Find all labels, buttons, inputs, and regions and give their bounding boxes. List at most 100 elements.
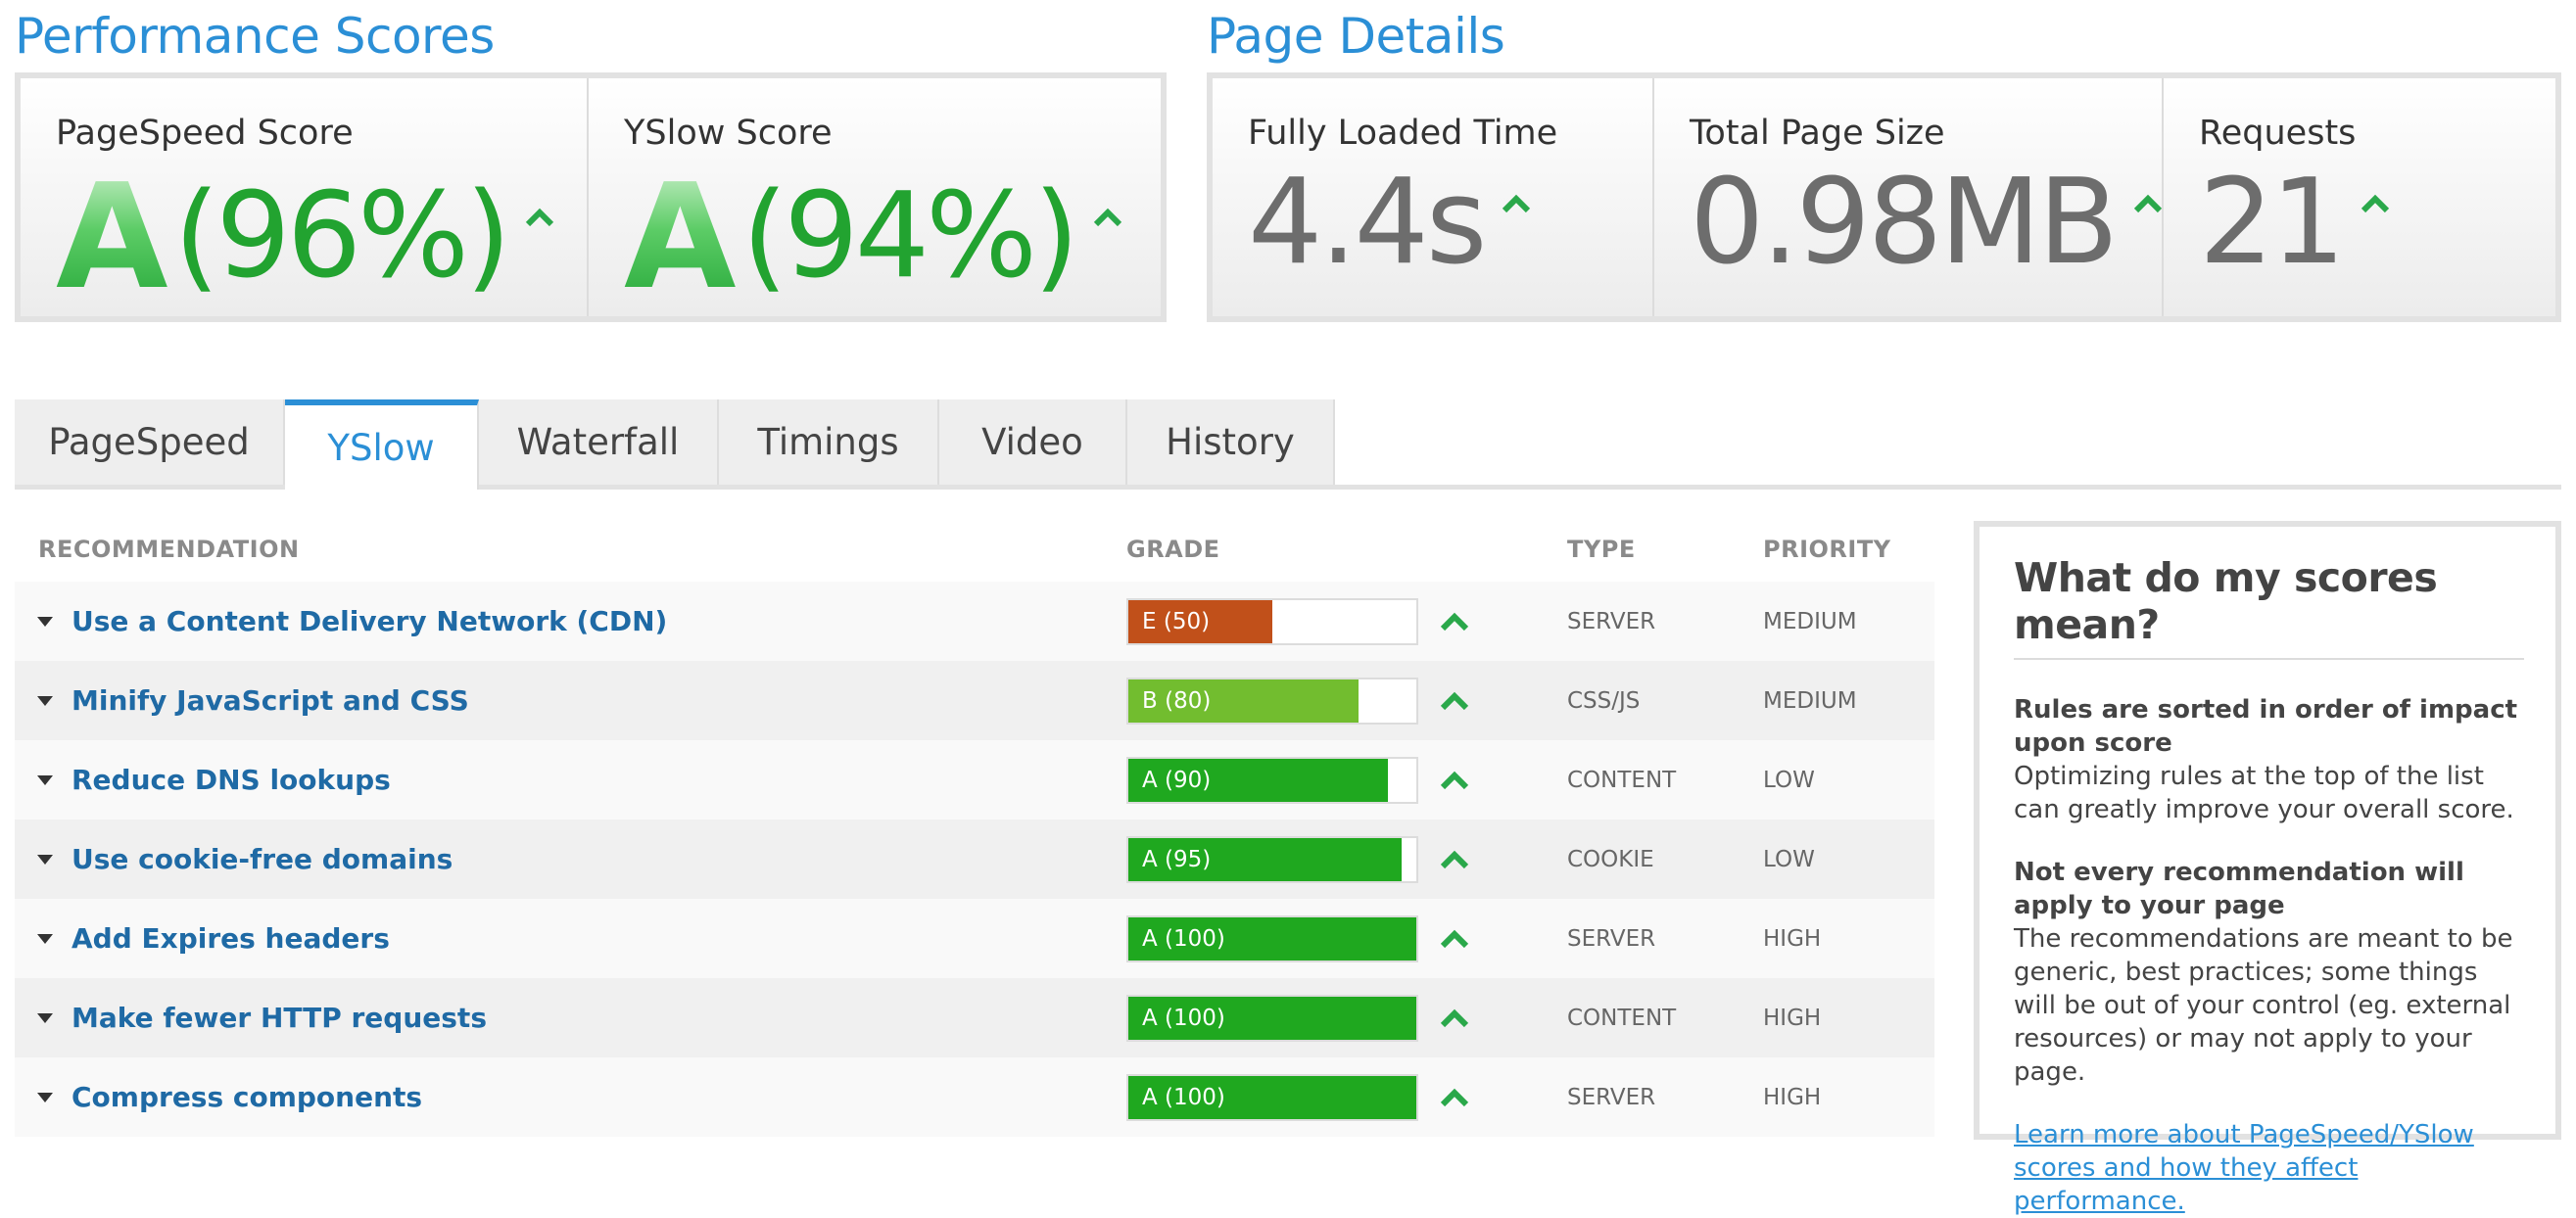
info-title: What do my scores mean? bbox=[2014, 554, 2524, 660]
grade-cell: E (50) bbox=[1126, 597, 1567, 645]
up-arrow-icon bbox=[2133, 194, 2163, 213]
tab-history[interactable]: History bbox=[1127, 399, 1335, 485]
pagespeed-score-label: PageSpeed Score bbox=[56, 114, 354, 153]
caret-down-icon[interactable] bbox=[37, 774, 53, 785]
info-block-sorted: Rules are sorted in order of impact upon… bbox=[2014, 693, 2524, 826]
pagespeed-grade: A bbox=[56, 153, 168, 321]
info-heading-sorted: Rules are sorted in order of impact upon… bbox=[2014, 695, 2518, 758]
grade-bar: A (100) bbox=[1126, 994, 1418, 1042]
priority-cell: LOW bbox=[1763, 767, 1815, 793]
recommendation-cell: Use cookie-free domains bbox=[15, 843, 1126, 875]
tab-yslow[interactable]: YSlow bbox=[285, 399, 479, 490]
page-size-label: Total Page Size bbox=[1690, 114, 1945, 153]
learn-more-link[interactable]: Learn more about PageSpeed/YSlow scores … bbox=[2014, 1120, 2474, 1216]
recommendation-cell: Use a Content Delivery Network (CDN) bbox=[15, 605, 1126, 637]
recommendation-cell: Add Expires headers bbox=[15, 922, 1126, 955]
recommendation-link[interactable]: Add Expires headers bbox=[72, 922, 390, 955]
priority-cell: MEDIUM bbox=[1763, 687, 1857, 714]
yslow-percent: (94%) bbox=[741, 168, 1079, 304]
load-time-value: 4.4s bbox=[1248, 155, 1487, 291]
performance-scores-panel: PageSpeed Score A (96%) YSlow Score A (9… bbox=[15, 72, 1167, 322]
grade-cell: A (95) bbox=[1126, 835, 1567, 883]
type-cell: SERVER bbox=[1567, 1084, 1656, 1110]
recommendation-link[interactable]: Reduce DNS lookups bbox=[72, 764, 391, 796]
caret-down-icon[interactable] bbox=[37, 933, 53, 944]
grade-bar-fill: B (80) bbox=[1128, 679, 1360, 723]
type-cell: SERVER bbox=[1567, 925, 1656, 952]
type-cell: SERVER bbox=[1567, 608, 1656, 634]
requests-value: 21 bbox=[2199, 155, 2346, 291]
type-cell: CONTENT bbox=[1567, 767, 1677, 793]
grade-cell: B (80) bbox=[1126, 677, 1567, 725]
table-row[interactable]: Minify JavaScript and CSS B (80) CSS/JS MED… bbox=[15, 661, 1934, 740]
table-row[interactable]: Reduce DNS lookups A (90) CONTENT LOW bbox=[15, 740, 1934, 820]
recommendation-link[interactable]: Use cookie-free domains bbox=[72, 843, 453, 875]
up-arrow-icon bbox=[1093, 208, 1122, 227]
grade-bar: A (95) bbox=[1126, 835, 1418, 883]
recommendation-link[interactable]: Compress components bbox=[72, 1081, 422, 1113]
info-heading-apply: Not every recommendation will apply to y… bbox=[2014, 858, 2464, 920]
priority-cell: MEDIUM bbox=[1763, 608, 1857, 634]
recommendation-link[interactable]: Use a Content Delivery Network (CDN) bbox=[72, 605, 667, 637]
type-cell: CSS/JS bbox=[1567, 687, 1641, 714]
priority-cell: HIGH bbox=[1763, 925, 1822, 952]
up-arrow-icon bbox=[1440, 771, 1469, 789]
table-row[interactable]: Add Expires headers A (100) SERVER HIGH bbox=[15, 899, 1934, 978]
page-details-panel: Fully Loaded Time 4.4s Total Page Size 0… bbox=[1207, 72, 2561, 322]
yslow-score-card: YSlow Score A (94%) bbox=[589, 78, 1161, 316]
caret-down-icon[interactable] bbox=[37, 1092, 53, 1102]
type-column-header: TYPE bbox=[1567, 536, 1636, 563]
grade-bar: B (80) bbox=[1126, 677, 1418, 725]
tab-timings[interactable]: Timings bbox=[719, 399, 939, 485]
grade-bar: A (100) bbox=[1126, 1073, 1418, 1121]
caret-down-icon[interactable] bbox=[37, 1012, 53, 1023]
recommendation-link[interactable]: Minify JavaScript and CSS bbox=[72, 684, 469, 717]
grade-bar-fill: A (100) bbox=[1128, 996, 1416, 1040]
priority-cell: HIGH bbox=[1763, 1005, 1822, 1031]
grade-bar: A (90) bbox=[1126, 756, 1418, 804]
grade-bar-fill: A (100) bbox=[1128, 1075, 1416, 1119]
caret-down-icon[interactable] bbox=[37, 695, 53, 706]
up-arrow-icon bbox=[1440, 691, 1469, 710]
grade-bar: E (50) bbox=[1126, 597, 1418, 645]
requests-label: Requests bbox=[2199, 114, 2357, 153]
type-cell: CONTENT bbox=[1567, 1005, 1677, 1031]
requests-card: Requests 21 bbox=[2164, 78, 2555, 316]
caret-down-icon[interactable] bbox=[37, 854, 53, 865]
page-size-card: Total Page Size 0.98MB bbox=[1654, 78, 2164, 316]
report-tabs: PageSpeed YSlow Waterfall Timings Video … bbox=[15, 399, 2561, 490]
load-time-card: Fully Loaded Time 4.4s bbox=[1213, 78, 1654, 316]
grade-bar: A (100) bbox=[1126, 914, 1418, 962]
priority-column-header: PRIORITY bbox=[1763, 536, 1891, 563]
info-block-apply: Not every recommendation will apply to y… bbox=[2014, 856, 2524, 1089]
tab-pagespeed[interactable]: PageSpeed bbox=[15, 399, 285, 485]
table-row[interactable]: Make fewer HTTP requests A (100) CONTENT HI… bbox=[15, 978, 1934, 1057]
performance-scores-title: Performance Scores bbox=[15, 8, 495, 65]
page-size-value: 0.98MB bbox=[1690, 155, 2119, 291]
grade-cell: A (100) bbox=[1126, 1073, 1567, 1121]
caret-down-icon[interactable] bbox=[37, 616, 53, 627]
grade-bar-fill: A (90) bbox=[1128, 758, 1388, 802]
yslow-grade: A bbox=[624, 153, 737, 321]
grade-column-header: GRADE bbox=[1126, 536, 1220, 563]
priority-cell: LOW bbox=[1763, 846, 1815, 872]
recommendation-cell: Reduce DNS lookups bbox=[15, 764, 1126, 796]
grade-cell: A (100) bbox=[1126, 994, 1567, 1042]
recommendation-column-header: RECOMMENDATION bbox=[38, 536, 300, 563]
recommendation-link[interactable]: Make fewer HTTP requests bbox=[72, 1002, 487, 1034]
priority-cell: HIGH bbox=[1763, 1084, 1822, 1110]
grade-cell: A (100) bbox=[1126, 914, 1567, 962]
yslow-score-label: YSlow Score bbox=[624, 114, 833, 153]
pagespeed-percent: (96%) bbox=[173, 168, 511, 304]
up-arrow-icon bbox=[1440, 850, 1469, 868]
info-text-sorted: Optimizing rules at the top of the list … bbox=[2014, 762, 2514, 824]
table-row[interactable]: Compress components A (100) SERVER HIGH bbox=[15, 1057, 1934, 1137]
up-arrow-icon bbox=[1440, 612, 1469, 631]
tab-video[interactable]: Video bbox=[939, 399, 1127, 485]
table-row[interactable]: Use cookie-free domains A (95) COOKIE LOW bbox=[15, 820, 1934, 899]
up-arrow-icon bbox=[525, 208, 554, 227]
tab-waterfall[interactable]: Waterfall bbox=[479, 399, 719, 485]
page-details-title: Page Details bbox=[1207, 8, 1505, 65]
table-row[interactable]: Use a Content Delivery Network (CDN) E (5… bbox=[15, 582, 1934, 661]
scores-info-box: What do my scores mean? Rules are sorted… bbox=[1974, 521, 2561, 1216]
